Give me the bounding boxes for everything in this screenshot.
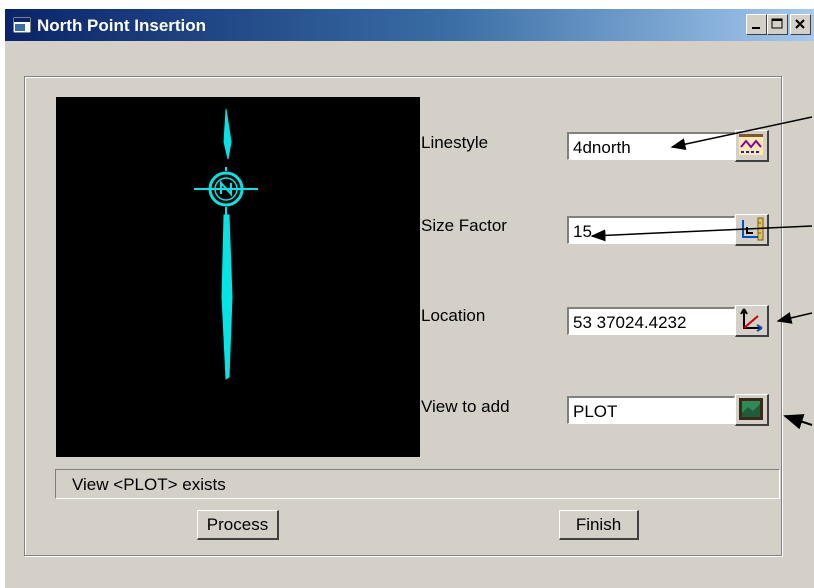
close-icon <box>795 19 805 29</box>
window-title: North Point Insertion <box>37 16 207 35</box>
process-button[interactable]: Process <box>197 510 279 540</box>
north-point-preview <box>56 97 420 457</box>
location-pick-button[interactable] <box>735 305 769 337</box>
north-point-insertion-dialog: North Point Insertion Linestyle 4dnorth … <box>4 8 814 588</box>
view-to-add-input[interactable]: PLOT <box>567 396 735 424</box>
status-bar: View <PLOT> exists <box>55 469 780 499</box>
view-picker-icon <box>739 398 763 420</box>
linestyle-picker-button[interactable] <box>735 130 769 162</box>
linestyle-picker-icon <box>739 134 763 155</box>
view-picker-button[interactable] <box>735 394 769 426</box>
location-label: Location <box>421 306 486 325</box>
size-factor-label: Size Factor <box>421 216 507 235</box>
close-button[interactable] <box>790 14 811 35</box>
linestyle-label: Linestyle <box>421 133 489 152</box>
minimize-icon <box>752 27 760 29</box>
location-input[interactable]: 53 37024.4232 <box>567 307 735 335</box>
linestyle-input[interactable]: 4dnorth <box>567 132 735 160</box>
app-icon <box>13 17 31 33</box>
north-arrow-icon <box>194 108 258 380</box>
maximize-icon <box>771 18 783 29</box>
size-factor-picker-icon <box>742 217 764 241</box>
size-factor-input[interactable]: 15 <box>567 216 735 244</box>
location-pick-icon <box>740 308 763 332</box>
minimize-button[interactable] <box>746 14 767 35</box>
finish-button[interactable]: Finish <box>559 510 639 540</box>
size-factor-picker-button[interactable] <box>735 214 769 246</box>
maximize-button[interactable] <box>767 14 788 35</box>
title-bar[interactable]: North Point Insertion <box>5 9 814 41</box>
view-to-add-label: View to add <box>421 397 510 416</box>
